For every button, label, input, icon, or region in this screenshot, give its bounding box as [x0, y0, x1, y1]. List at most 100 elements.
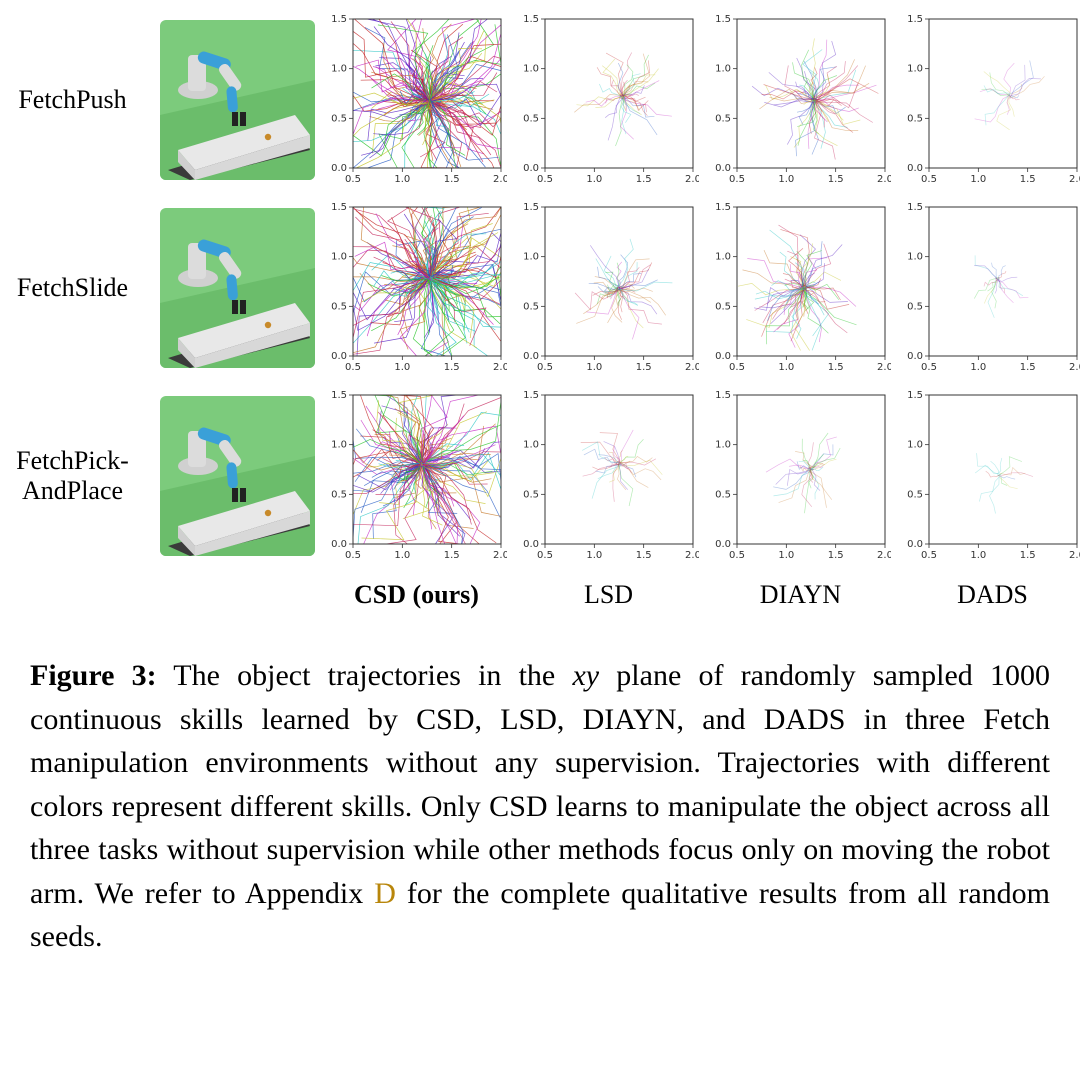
trajectory-plot: 0.51.01.52.00.00.51.01.5: [711, 389, 891, 564]
caption-lead: Figure 3:: [30, 659, 157, 692]
svg-text:2.0: 2.0: [877, 174, 891, 185]
svg-text:0.0: 0.0: [907, 351, 923, 362]
svg-text:1.5: 1.5: [331, 202, 347, 213]
svg-text:0.5: 0.5: [523, 489, 539, 500]
svg-text:1.5: 1.5: [443, 550, 459, 561]
svg-text:2.0: 2.0: [1069, 174, 1080, 185]
svg-text:2.0: 2.0: [493, 174, 507, 185]
trajectory-plot: 0.51.01.52.00.00.51.01.5: [711, 201, 891, 376]
svg-text:1.5: 1.5: [827, 362, 843, 373]
svg-text:0.5: 0.5: [921, 174, 937, 185]
svg-text:1.5: 1.5: [827, 550, 843, 561]
svg-text:1.5: 1.5: [907, 202, 923, 213]
row-label: FetchPush: [0, 85, 148, 115]
env-thumbnail: [160, 20, 315, 180]
svg-text:0.5: 0.5: [345, 174, 361, 185]
svg-text:0.5: 0.5: [537, 550, 553, 561]
svg-text:0.5: 0.5: [729, 362, 745, 373]
svg-text:0.0: 0.0: [715, 539, 731, 550]
svg-text:1.0: 1.0: [394, 550, 410, 561]
svg-text:1.0: 1.0: [523, 439, 539, 450]
svg-text:0.5: 0.5: [907, 113, 923, 124]
svg-text:1.5: 1.5: [443, 174, 459, 185]
svg-text:0.5: 0.5: [345, 362, 361, 373]
svg-text:1.5: 1.5: [1019, 362, 1035, 373]
svg-text:0.5: 0.5: [921, 550, 937, 561]
svg-text:1.5: 1.5: [523, 14, 539, 25]
svg-text:1.5: 1.5: [635, 174, 651, 185]
svg-text:1.0: 1.0: [523, 251, 539, 262]
svg-text:0.5: 0.5: [331, 489, 347, 500]
env-thumbnail: [160, 396, 315, 556]
svg-text:1.0: 1.0: [778, 174, 794, 185]
svg-text:1.5: 1.5: [443, 362, 459, 373]
svg-text:0.0: 0.0: [331, 351, 347, 362]
svg-text:1.0: 1.0: [394, 362, 410, 373]
svg-text:2.0: 2.0: [493, 362, 507, 373]
svg-text:1.0: 1.0: [586, 362, 602, 373]
svg-text:1.0: 1.0: [970, 550, 986, 561]
svg-text:0.0: 0.0: [715, 163, 731, 174]
svg-text:1.5: 1.5: [907, 390, 923, 401]
svg-text:2.0: 2.0: [685, 174, 699, 185]
svg-text:0.5: 0.5: [921, 362, 937, 373]
svg-text:2.0: 2.0: [685, 362, 699, 373]
svg-text:0.5: 0.5: [331, 113, 347, 124]
svg-text:1.5: 1.5: [827, 174, 843, 185]
svg-text:0.5: 0.5: [715, 113, 731, 124]
column-label: DADS: [903, 578, 1080, 610]
svg-text:0.5: 0.5: [729, 550, 745, 561]
svg-text:1.0: 1.0: [715, 251, 731, 262]
svg-text:0.5: 0.5: [907, 489, 923, 500]
svg-text:1.0: 1.0: [970, 174, 986, 185]
svg-text:1.0: 1.0: [907, 439, 923, 450]
svg-text:2.0: 2.0: [877, 362, 891, 373]
svg-text:0.0: 0.0: [523, 163, 539, 174]
trajectory-plot: 0.51.01.52.00.00.51.01.5: [327, 389, 507, 564]
svg-text:1.5: 1.5: [715, 390, 731, 401]
env-thumbnail: [160, 208, 315, 368]
trajectory-plot: 0.51.01.52.00.00.51.01.5: [903, 13, 1080, 188]
svg-text:1.5: 1.5: [523, 202, 539, 213]
trajectory-plot: 0.51.01.52.00.00.51.01.5: [711, 13, 891, 188]
svg-text:0.0: 0.0: [715, 351, 731, 362]
cap-t2: plane of randomly sampled: [599, 659, 990, 692]
svg-text:1.5: 1.5: [1019, 174, 1035, 185]
column-label: DIAYN: [711, 578, 891, 610]
svg-text:0.0: 0.0: [907, 163, 923, 174]
svg-text:1.0: 1.0: [715, 63, 731, 74]
svg-text:0.0: 0.0: [907, 539, 923, 550]
svg-text:2.0: 2.0: [1069, 550, 1080, 561]
svg-text:1.5: 1.5: [635, 362, 651, 373]
column-label: CSD (ours): [327, 578, 507, 610]
svg-text:1.0: 1.0: [907, 251, 923, 262]
svg-text:0.0: 0.0: [523, 539, 539, 550]
svg-text:0.0: 0.0: [523, 351, 539, 362]
svg-text:0.0: 0.0: [331, 163, 347, 174]
svg-text:0.5: 0.5: [523, 113, 539, 124]
trajectory-plot: 0.51.01.52.00.00.51.01.5: [519, 201, 699, 376]
svg-text:1.0: 1.0: [523, 63, 539, 74]
row-label: FetchPick-AndPlace: [0, 446, 148, 506]
svg-text:1.0: 1.0: [778, 550, 794, 561]
svg-text:2.0: 2.0: [493, 550, 507, 561]
svg-text:0.5: 0.5: [537, 174, 553, 185]
svg-text:1.5: 1.5: [715, 14, 731, 25]
svg-text:1.0: 1.0: [907, 63, 923, 74]
trajectory-plot: 0.51.01.52.00.00.51.01.5: [903, 389, 1080, 564]
cap-num: 1000: [990, 659, 1050, 692]
svg-text:0.5: 0.5: [729, 174, 745, 185]
svg-text:1.0: 1.0: [331, 439, 347, 450]
trajectory-plot: 0.51.01.52.00.00.51.01.5: [327, 201, 507, 376]
svg-text:1.0: 1.0: [715, 439, 731, 450]
cap-xy: xy: [572, 659, 599, 692]
svg-text:1.0: 1.0: [778, 362, 794, 373]
svg-text:0.5: 0.5: [345, 550, 361, 561]
svg-text:0.5: 0.5: [715, 489, 731, 500]
svg-text:1.5: 1.5: [635, 550, 651, 561]
svg-text:0.5: 0.5: [523, 301, 539, 312]
trajectory-plot: 0.51.01.52.00.00.51.01.5: [519, 389, 699, 564]
svg-text:1.0: 1.0: [331, 63, 347, 74]
svg-text:1.5: 1.5: [523, 390, 539, 401]
svg-text:1.0: 1.0: [970, 362, 986, 373]
